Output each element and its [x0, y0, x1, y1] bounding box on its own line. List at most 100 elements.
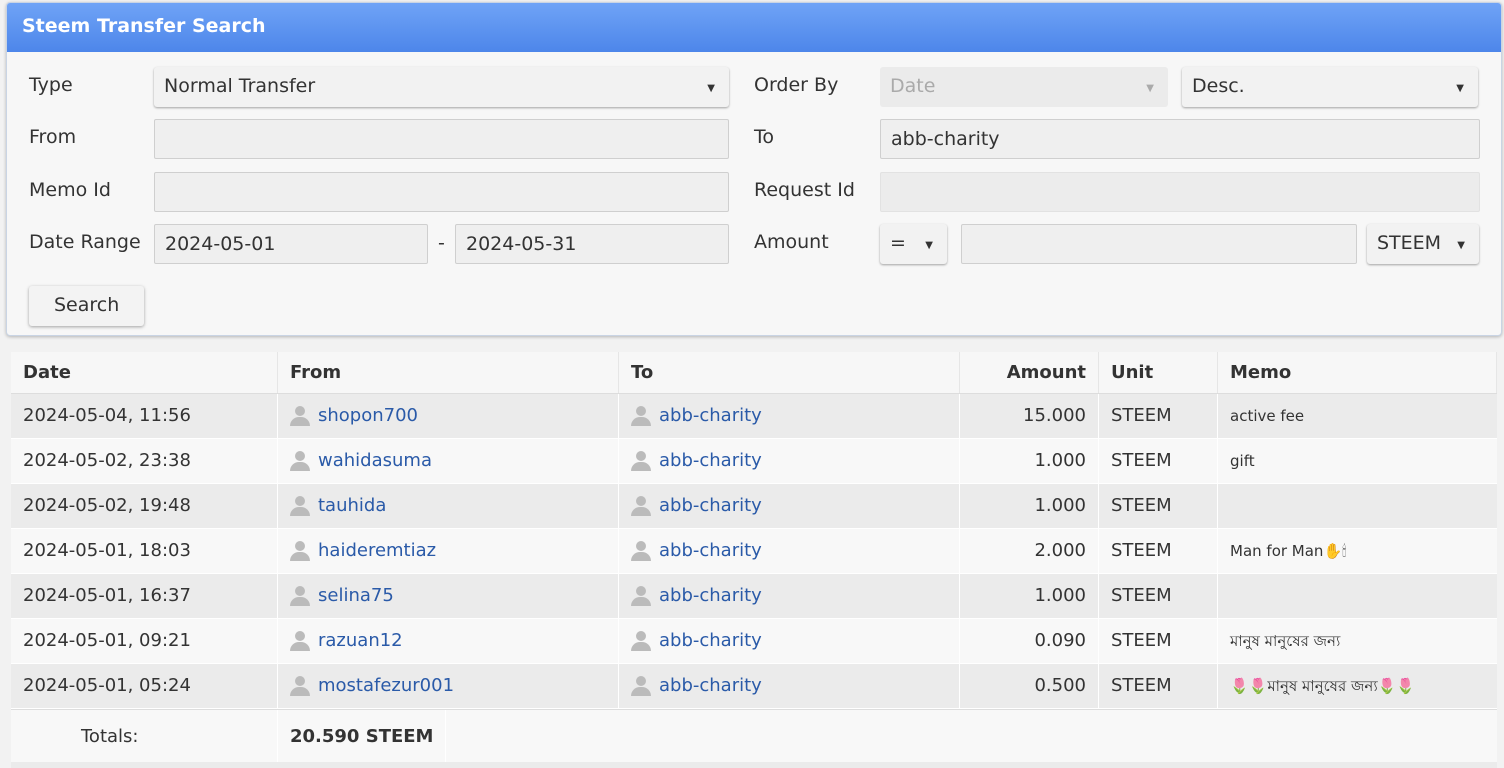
person-icon — [631, 541, 651, 561]
table-row: 2024-05-01, 18:03 haideremtiaz abb-chari… — [11, 529, 1497, 574]
header-unit[interactable]: Unit — [1099, 352, 1218, 393]
table-row: 2024-05-01, 05:24 mostafezur001 abb-char… — [11, 664, 1497, 709]
person-icon — [290, 406, 310, 426]
to-label: To — [754, 126, 775, 148]
amount-operator-value: = — [890, 232, 906, 254]
memo-id-label: Memo Id — [29, 179, 111, 201]
row-amount: 0.090 — [960, 619, 1099, 663]
header-memo[interactable]: Memo — [1218, 352, 1497, 393]
date-from-input[interactable]: 2024-05-01 — [154, 224, 428, 264]
row-amount: 1.000 — [960, 484, 1099, 528]
from-user-link[interactable]: razuan12 — [290, 631, 403, 651]
amount-unit-value: STEEM — [1377, 232, 1442, 254]
to-user-link[interactable]: abb-charity — [631, 631, 762, 651]
row-unit: STEEM — [1099, 439, 1218, 483]
amount-label: Amount — [754, 231, 829, 253]
to-user-link[interactable]: abb-charity — [631, 676, 762, 696]
order-by-value: Date — [890, 75, 936, 97]
row-unit: STEEM — [1099, 574, 1218, 618]
person-icon — [631, 496, 651, 516]
header-date[interactable]: Date — [11, 352, 278, 393]
row-date: 2024-05-02, 19:48 — [11, 484, 278, 528]
person-icon — [631, 631, 651, 651]
row-unit: STEEM — [1099, 619, 1218, 663]
row-date: 2024-05-01, 05:24 — [11, 664, 278, 708]
totals-label: Totals: — [11, 710, 278, 764]
amount-unit-select[interactable]: STEEM ▼ — [1367, 224, 1479, 264]
caret-down-icon: ▼ — [925, 240, 933, 251]
type-select-value: Normal Transfer — [164, 75, 316, 97]
order-by-label: Order By — [754, 74, 839, 96]
table-row: 2024-05-02, 23:38 wahidasuma abb-charity… — [11, 439, 1497, 484]
request-id-input[interactable] — [880, 172, 1480, 212]
from-input[interactable] — [154, 119, 729, 159]
totals-value: 20.590 STEEM — [278, 710, 447, 764]
row-date: 2024-05-01, 09:21 — [11, 619, 278, 663]
row-amount: 2.000 — [960, 529, 1099, 573]
from-user-link[interactable]: wahidasuma — [290, 451, 432, 471]
row-unit: STEEM — [1099, 394, 1218, 438]
header-from[interactable]: From — [278, 352, 619, 393]
row-amount: 15.000 — [960, 394, 1099, 438]
person-icon — [631, 451, 651, 471]
from-user-link[interactable]: tauhida — [290, 496, 386, 516]
row-amount: 1.000 — [960, 574, 1099, 618]
from-user-link[interactable]: shopon700 — [290, 406, 418, 426]
row-unit: STEEM — [1099, 484, 1218, 528]
row-memo — [1218, 574, 1497, 618]
person-icon — [631, 406, 651, 426]
to-input[interactable]: abb-charity — [880, 119, 1480, 159]
table-row: 2024-05-01, 16:37 selina75 abb-charity 1… — [11, 574, 1497, 619]
row-date: 2024-05-01, 18:03 — [11, 529, 278, 573]
person-icon — [290, 451, 310, 471]
person-icon — [290, 541, 310, 561]
person-icon — [290, 631, 310, 651]
table-row: 2024-05-01, 09:21 razuan12 abb-charity 0… — [11, 619, 1497, 664]
request-id-label: Request Id — [754, 179, 855, 201]
table-bottom-row — [11, 762, 1497, 768]
caret-down-icon: ▼ — [707, 83, 715, 94]
from-user-link[interactable]: selina75 — [290, 586, 394, 606]
header-to[interactable]: To — [619, 352, 960, 393]
person-icon — [290, 496, 310, 516]
row-memo: Man for Man✋🕯 — [1230, 542, 1347, 560]
person-icon — [290, 676, 310, 696]
type-select[interactable]: Normal Transfer ▼ — [154, 67, 729, 107]
amount-input[interactable] — [961, 224, 1357, 264]
from-user-link[interactable]: mostafezur001 — [290, 676, 454, 696]
header-amount[interactable]: Amount — [960, 352, 1099, 393]
person-icon — [631, 676, 651, 696]
panel-title: Steem Transfer Search — [7, 3, 1501, 52]
date-to-input[interactable]: 2024-05-31 — [455, 224, 729, 264]
row-unit: STEEM — [1099, 529, 1218, 573]
type-label: Type — [29, 74, 73, 96]
to-user-link[interactable]: abb-charity — [631, 586, 762, 606]
row-unit: STEEM — [1099, 664, 1218, 708]
memo-id-input[interactable] — [154, 172, 729, 212]
transfers-table: Date From To Amount Unit Memo 2024-05-04… — [11, 352, 1497, 764]
to-user-link[interactable]: abb-charity — [631, 451, 762, 471]
search-panel: Steem Transfer Search Type Normal Transf… — [6, 2, 1502, 336]
row-memo: active fee — [1230, 407, 1305, 425]
order-direction-select[interactable]: Desc. ▼ — [1182, 67, 1478, 107]
table-header-row: Date From To Amount Unit Memo — [11, 352, 1497, 394]
search-button[interactable]: Search — [29, 286, 145, 326]
order-by-select[interactable]: Date ▼ — [880, 67, 1168, 107]
totals-row: Totals: 20.590 STEEM — [11, 709, 1497, 764]
table-row: 2024-05-04, 11:56 shopon700 abb-charity … — [11, 394, 1497, 439]
row-date: 2024-05-02, 23:38 — [11, 439, 278, 483]
date-range-label: Date Range — [29, 231, 141, 253]
from-user-link[interactable]: haideremtiaz — [290, 541, 436, 561]
caret-down-icon: ▼ — [1457, 240, 1465, 251]
amount-operator-select[interactable]: = ▼ — [880, 224, 947, 264]
row-memo — [1218, 484, 1497, 528]
to-user-link[interactable]: abb-charity — [631, 406, 762, 426]
to-user-link[interactable]: abb-charity — [631, 496, 762, 516]
row-memo: gift — [1230, 452, 1255, 470]
row-date: 2024-05-01, 16:37 — [11, 574, 278, 618]
to-user-link[interactable]: abb-charity — [631, 541, 762, 561]
order-direction-value: Desc. — [1192, 75, 1245, 97]
caret-down-icon: ▼ — [1146, 83, 1154, 94]
person-icon — [631, 586, 651, 606]
from-label: From — [29, 126, 77, 148]
